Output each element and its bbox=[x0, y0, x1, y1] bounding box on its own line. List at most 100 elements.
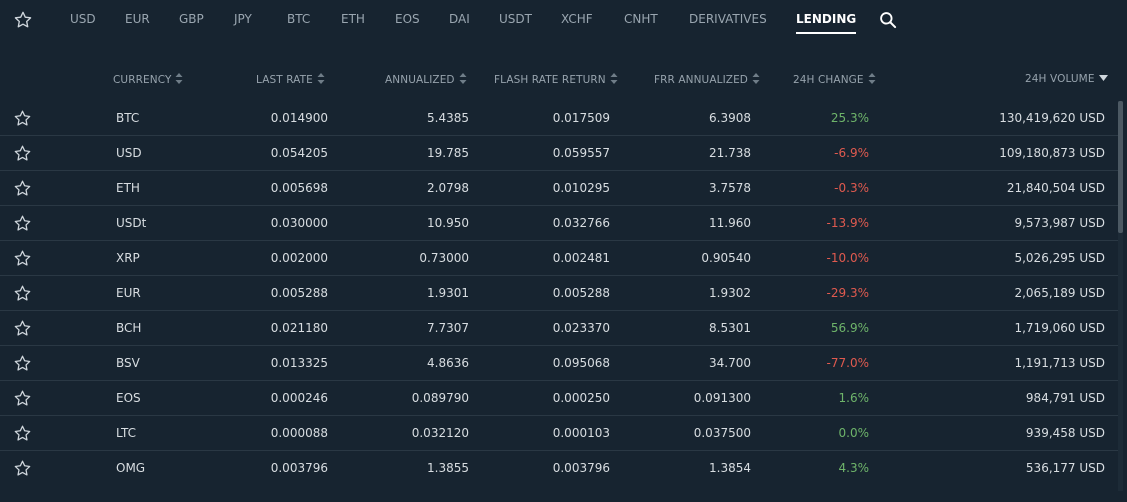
currency-cell: EOS bbox=[116, 391, 141, 405]
favorite-star-icon[interactable] bbox=[13, 354, 32, 373]
currency-cell: BTC bbox=[116, 111, 140, 125]
table-row[interactable]: USD 0.054205 19.785 0.059557 21.738 -6.9% 109,… bbox=[0, 136, 1118, 171]
tab-derivatives[interactable]: DERIVATIVES bbox=[689, 12, 767, 34]
frr-annualized-cell: 0.037500 bbox=[693, 426, 751, 440]
table-row[interactable]: BCH 0.021180 7.7307 0.023370 8.5301 56.9% 1,71… bbox=[0, 311, 1118, 346]
tab-eth[interactable]: ETH bbox=[341, 12, 365, 34]
favorite-star-icon[interactable] bbox=[13, 249, 32, 268]
last-rate-cell: 0.030000 bbox=[270, 216, 328, 230]
change-cell: 25.3% bbox=[830, 111, 869, 125]
frr-annualized-cell: 11.960 bbox=[709, 216, 751, 230]
currency-cell: LTC bbox=[116, 426, 137, 440]
tab-gbp[interactable]: GBP bbox=[179, 12, 204, 34]
tab-cnht[interactable]: CNHT bbox=[624, 12, 658, 34]
flash-rate-return-cell: 0.000250 bbox=[552, 391, 610, 405]
lending-ticker-panel: USD EUR GBP JPY BTC ETH EOS DAI USDT XCH… bbox=[0, 0, 1127, 502]
tab-lending[interactable]: LENDING bbox=[796, 12, 857, 34]
change-cell: -10.0% bbox=[826, 251, 869, 265]
column-header-24h-volume[interactable]: 24H VOLUME bbox=[1025, 73, 1108, 85]
annualized-cell: 0.73000 bbox=[419, 251, 469, 265]
last-rate-cell: 0.021180 bbox=[270, 321, 328, 335]
change-cell: -77.0% bbox=[826, 356, 869, 370]
currency-cell: OMG bbox=[116, 461, 146, 475]
favorite-star-icon[interactable] bbox=[13, 459, 32, 478]
tab-usdt[interactable]: USDT bbox=[499, 12, 532, 34]
column-header-last-rate[interactable]: LAST RATE bbox=[256, 73, 325, 86]
scrollbar-thumb[interactable] bbox=[1118, 101, 1123, 233]
table-row[interactable]: USDt 0.030000 10.950 0.032766 11.960 -13.9% 9,… bbox=[0, 206, 1118, 241]
scrollbar[interactable] bbox=[1118, 101, 1123, 491]
annualized-cell: 1.3855 bbox=[427, 461, 469, 475]
column-header-currency[interactable]: CURRENCY bbox=[113, 73, 183, 86]
sort-icon bbox=[752, 73, 760, 84]
flash-rate-return-cell: 0.010295 bbox=[552, 181, 610, 195]
sort-icon bbox=[459, 73, 467, 84]
last-rate-cell: 0.000088 bbox=[270, 426, 328, 440]
frr-annualized-cell: 34.700 bbox=[709, 356, 751, 370]
tab-btc[interactable]: BTC bbox=[287, 12, 310, 34]
table-row[interactable]: EUR 0.005288 1.9301 0.005288 1.9302 -29.3% 2,0… bbox=[0, 276, 1118, 311]
frr-annualized-cell: 1.3854 bbox=[709, 461, 751, 475]
last-rate-cell: 0.002000 bbox=[270, 251, 328, 265]
favorite-star-icon[interactable] bbox=[13, 144, 32, 163]
change-cell: 56.9% bbox=[830, 321, 869, 335]
last-rate-cell: 0.014900 bbox=[270, 111, 328, 125]
table-row[interactable]: EOS 0.000246 0.089790 0.000250 0.091300 1.6% 9… bbox=[0, 381, 1118, 416]
annualized-cell: 4.8636 bbox=[427, 356, 469, 370]
table-row[interactable]: XRP 0.002000 0.73000 0.002481 0.90540 -10.0% 5… bbox=[0, 241, 1118, 276]
frr-annualized-cell: 21.738 bbox=[709, 146, 751, 160]
tab-jpy[interactable]: JPY bbox=[234, 12, 252, 34]
volume-cell: 984,791 USD bbox=[1025, 391, 1105, 405]
table-row[interactable]: OMG 0.003796 1.3855 0.003796 1.3854 4.3% 536,1… bbox=[0, 451, 1118, 485]
flash-rate-return-cell: 0.095068 bbox=[552, 356, 610, 370]
volume-cell: 1,719,060 USD bbox=[1014, 321, 1105, 335]
tab-eur[interactable]: EUR bbox=[125, 12, 150, 34]
favorites-star-icon[interactable] bbox=[13, 10, 33, 30]
flash-rate-return-cell: 0.023370 bbox=[552, 321, 610, 335]
annualized-cell: 10.950 bbox=[427, 216, 469, 230]
change-cell: -29.3% bbox=[826, 286, 869, 300]
flash-rate-return-cell: 0.032766 bbox=[552, 216, 610, 230]
tab-xchf[interactable]: XCHF bbox=[561, 12, 593, 34]
change-cell: -0.3% bbox=[834, 181, 869, 195]
frr-annualized-cell: 3.7578 bbox=[709, 181, 751, 195]
change-cell: 1.6% bbox=[838, 391, 870, 405]
table-row[interactable]: BSV 0.013325 4.8636 0.095068 34.700 -77.0% 1,1… bbox=[0, 346, 1118, 381]
favorite-star-icon[interactable] bbox=[13, 214, 32, 233]
column-header-24h-change[interactable]: 24H CHANGE bbox=[793, 73, 876, 86]
market-tabs-bar: USD EUR GBP JPY BTC ETH EOS DAI USDT XCH… bbox=[0, 0, 1127, 40]
table-row[interactable]: ETH 0.005698 2.0798 0.010295 3.7578 -0.3% 21,8… bbox=[0, 171, 1118, 206]
annualized-cell: 0.032120 bbox=[411, 426, 469, 440]
tab-dai[interactable]: DAI bbox=[449, 12, 470, 34]
favorite-star-icon[interactable] bbox=[13, 179, 32, 198]
frr-annualized-cell: 1.9302 bbox=[709, 286, 751, 300]
tab-eos[interactable]: EOS bbox=[395, 12, 420, 34]
favorite-star-icon[interactable] bbox=[13, 424, 32, 443]
frr-annualized-cell: 0.90540 bbox=[701, 251, 751, 265]
search-icon[interactable] bbox=[878, 10, 898, 30]
annualized-cell: 0.089790 bbox=[411, 391, 469, 405]
favorite-star-icon[interactable] bbox=[13, 109, 32, 128]
annualized-cell: 7.7307 bbox=[427, 321, 469, 335]
column-header-frr-annualized[interactable]: FRR ANNUALIZED bbox=[654, 73, 760, 86]
tab-usd[interactable]: USD bbox=[70, 12, 96, 34]
currency-cell: USD bbox=[116, 146, 142, 160]
table-row[interactable]: BTC 0.014900 5.4385 0.017509 6.3908 25.3% 130,… bbox=[0, 101, 1118, 136]
volume-cell: 9,573,987 USD bbox=[1014, 216, 1105, 230]
last-rate-cell: 0.003796 bbox=[270, 461, 328, 475]
table-row[interactable]: LTC 0.000088 0.032120 0.000103 0.037500 0.0% 9… bbox=[0, 416, 1118, 451]
change-cell: -6.9% bbox=[834, 146, 869, 160]
favorite-star-icon[interactable] bbox=[13, 389, 32, 408]
favorite-star-icon[interactable] bbox=[13, 284, 32, 303]
currency-cell: EUR bbox=[116, 286, 141, 300]
change-cell: 4.3% bbox=[838, 461, 870, 475]
column-header-annualized[interactable]: ANNUALIZED bbox=[385, 73, 467, 86]
volume-cell: 1,191,713 USD bbox=[1014, 356, 1105, 370]
volume-cell: 939,458 USD bbox=[1025, 426, 1105, 440]
volume-cell: 109,180,873 USD bbox=[999, 146, 1105, 160]
favorite-star-icon[interactable] bbox=[13, 319, 32, 338]
last-rate-cell: 0.013325 bbox=[270, 356, 328, 370]
sort-icon bbox=[610, 73, 618, 84]
lending-rows: BTC 0.014900 5.4385 0.017509 6.3908 25.3% 130,… bbox=[0, 101, 1118, 485]
column-header-flash-rate-return[interactable]: FLASH RATE RETURN bbox=[494, 73, 618, 86]
